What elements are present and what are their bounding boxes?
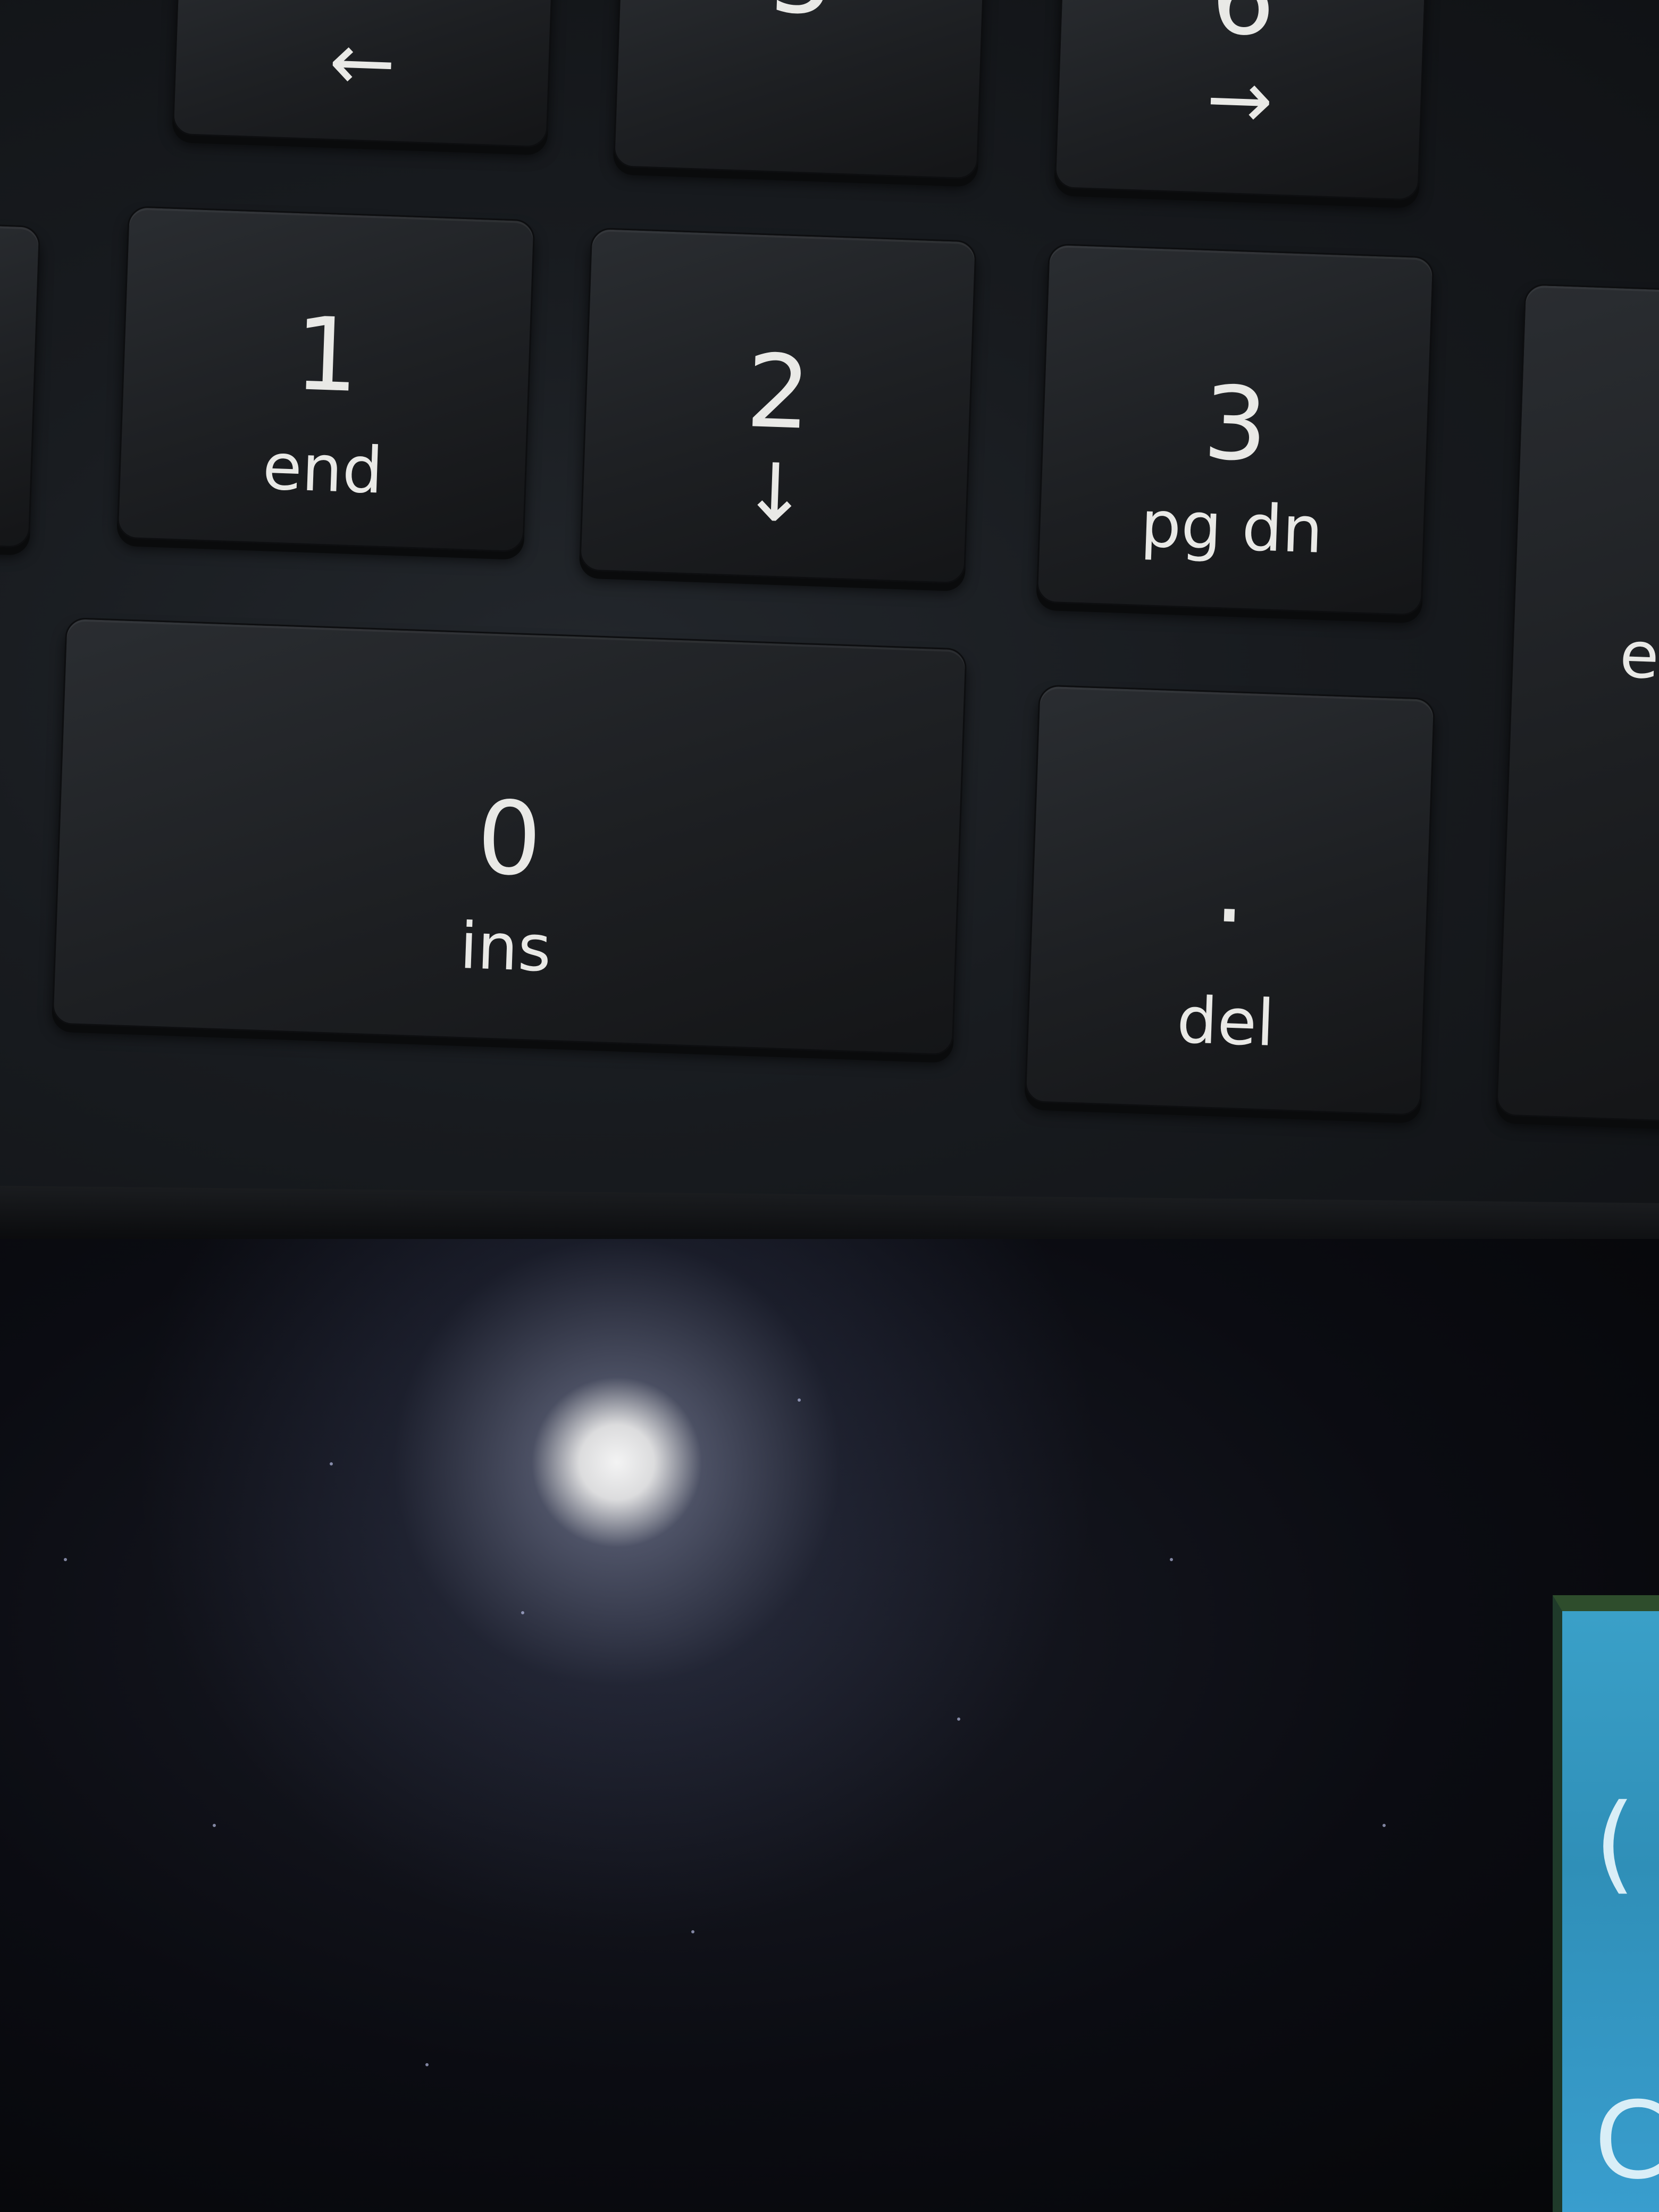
numpad-key-0-ins[interactable]: 0 ins (52, 617, 967, 1056)
sparkle (425, 2063, 429, 2066)
key-dot-sublabel: del (1175, 983, 1276, 1061)
sparkle (1382, 1824, 1386, 1827)
screen-mark-top: ( (1594, 1781, 1636, 1905)
glitter-palm-rest (0, 1239, 1659, 2212)
laptop-photo: ← 5 6 → 1 end 2 ↓ 3 pg dn er 0 ins . del (0, 0, 1659, 2212)
numpad-key-3-pgdn[interactable]: 3 pg dn (1036, 243, 1435, 616)
key-dot-label: . (1212, 827, 1249, 946)
key-0-label: 0 (475, 778, 544, 899)
sparkle (64, 1558, 67, 1561)
enter-key-label: er (1618, 618, 1659, 694)
numpad-key-2-down[interactable]: 2 ↓ (579, 227, 977, 584)
sparkle (521, 1611, 524, 1614)
sparkle (330, 1462, 333, 1465)
sparkle (957, 1717, 960, 1721)
key-6-label: 6 (1061, 0, 1426, 58)
numpad-enter-key[interactable]: er (1495, 283, 1659, 1124)
numpad-key-4[interactable]: ← (172, 0, 555, 148)
numpad-key-5[interactable]: 5 (613, 0, 986, 180)
key-1-sublabel: end (261, 430, 384, 508)
key-3-sublabel: pg dn (1139, 487, 1325, 568)
down-arrow-icon: ↓ (740, 446, 810, 541)
right-arrow-icon: → (1204, 52, 1275, 148)
sparkle (1170, 1558, 1173, 1561)
numpad-key-1-end[interactable]: 1 end (116, 205, 535, 553)
key-0-sublabel: ins (458, 909, 553, 986)
key-5-label: 5 (619, 0, 984, 37)
key-1-label: 1 (292, 295, 361, 415)
sparkle (798, 1398, 801, 1402)
sparkle (691, 1930, 694, 1933)
numpad-key-dot-del[interactable]: . del (1024, 684, 1436, 1116)
key-3-label: 3 (1201, 364, 1270, 484)
numpad-key-6[interactable]: 6 → (1054, 0, 1427, 201)
left-arrow-icon: ← (327, 15, 398, 111)
screen-mark-bottom: C (1594, 2079, 1659, 2203)
sparkle (213, 1824, 216, 1827)
phone-screen-corner: ( C (1553, 1595, 1659, 2212)
key-2-label: 2 (744, 332, 813, 453)
